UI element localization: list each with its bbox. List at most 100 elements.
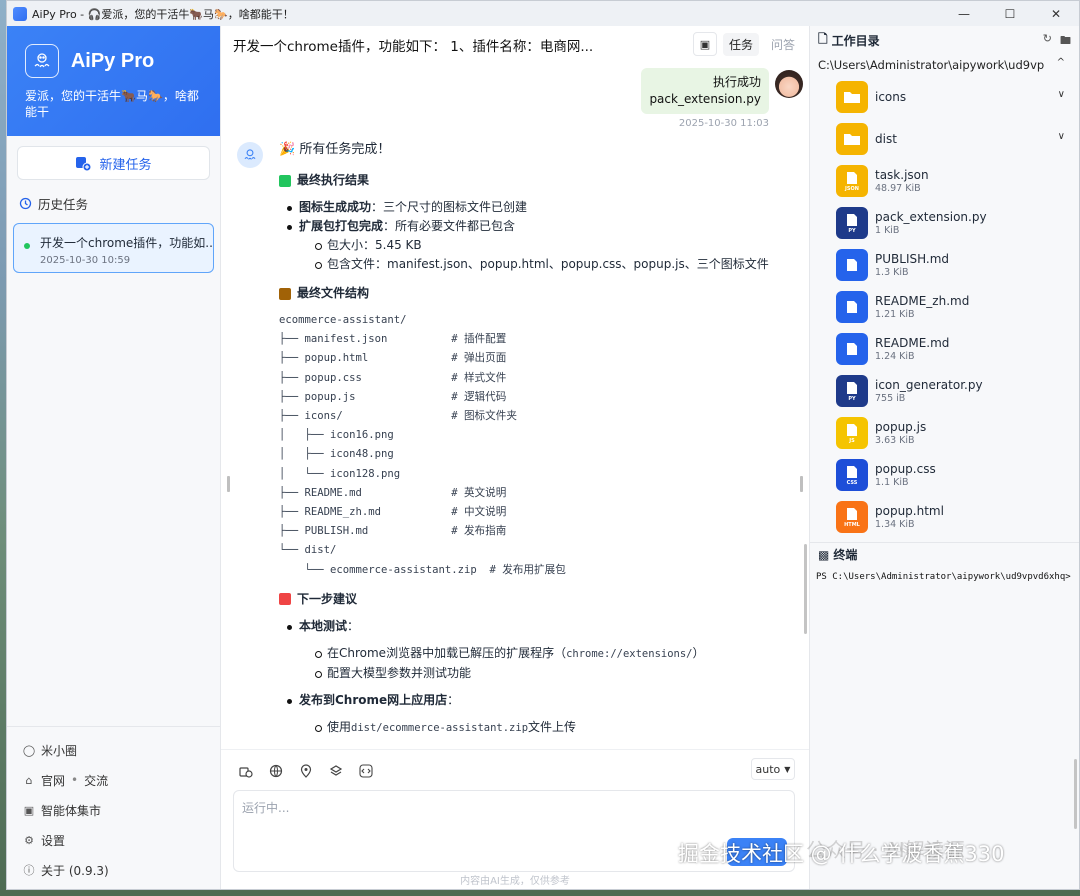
file-item[interactable]: PUBLISH.md 1.3 KiB xyxy=(836,244,1079,286)
file-name: README.md xyxy=(875,335,950,350)
location-icon[interactable] xyxy=(297,762,315,780)
mixiaoquan-link[interactable]: ◯ 米小圈 xyxy=(7,735,220,765)
title-bar: AiPy Pro - 🎧爱派，您的干活牛🐂马🐎，啥都能干！ — ☐ ✕ xyxy=(7,1,1079,26)
mode-select[interactable]: auto ▼ xyxy=(751,758,795,780)
new-task-button[interactable]: 新建任务 xyxy=(17,146,210,180)
colon: ： xyxy=(447,692,460,707)
minimize-button[interactable]: — xyxy=(941,1,987,26)
next-steps-title: 下一步建议 xyxy=(297,591,358,606)
file-name: popup.css xyxy=(875,461,936,476)
chevron-down-icon[interactable]: ∨ xyxy=(1058,89,1065,100)
user-message-line2: pack_extension.py xyxy=(649,92,761,106)
input-toolbar xyxy=(237,762,375,780)
next-steps-list: 本地测试： 在Chrome浏览器中加载已解压的扩展程序（chrome://ext… xyxy=(279,617,739,738)
settings-link[interactable]: ⚙ 设置 xyxy=(7,825,220,855)
left-resize-handle[interactable] xyxy=(227,476,230,492)
history-item-title: 开发一个chrome插件，功能如... xyxy=(40,236,212,250)
user-message: 执行成功 pack_extension.py 2025-10-30 11:03 xyxy=(641,68,769,129)
tools-icon[interactable] xyxy=(237,762,255,780)
final-result-title: 最终执行结果 xyxy=(297,173,370,187)
website-link[interactable]: 官网 xyxy=(41,772,65,789)
list-item: 发布到Chrome网上应用店： 使用dist/ecommerce-assista… xyxy=(285,691,739,738)
pack-size: 包大小：5.45 KB xyxy=(313,236,739,255)
structure-heading: 最终文件结构 xyxy=(279,284,739,303)
about-link[interactable]: ⓘ 关于 (0.9.3) xyxy=(7,855,220,885)
code-icon[interactable] xyxy=(357,762,375,780)
share-icon[interactable]: ▣ xyxy=(692,32,717,56)
file-item[interactable]: README_zh.md 1.21 KiB xyxy=(836,286,1079,328)
folder-item[interactable]: icons ∨ xyxy=(836,76,1079,118)
local-test-label: 本地测试 xyxy=(299,618,348,633)
file-item[interactable]: PY icon_generator.py 755 iB xyxy=(836,370,1079,412)
publish-store-label: 发布到Chrome网上应用店 xyxy=(299,692,448,707)
folder-item[interactable]: dist ∨ xyxy=(836,118,1079,160)
file-item[interactable]: CSS popup.css 1.1 KiB xyxy=(836,454,1079,496)
refresh-icon[interactable]: ↻ xyxy=(1043,32,1052,51)
chat-scrollbar[interactable] xyxy=(804,544,807,634)
agent-market-link[interactable]: ▣ 智能体集市 xyxy=(7,795,220,825)
chevron-up-icon[interactable]: ^ xyxy=(1057,57,1065,68)
all-done-text: 🎉 所有任务完成！ xyxy=(279,142,391,157)
chevron-down-icon[interactable]: ∨ xyxy=(1058,131,1065,142)
brand-slogan: 爱派，您的干活牛🐂马🐎，啥都能干 xyxy=(25,89,199,119)
chat-header-actions: ▣ 任务 问答 xyxy=(692,32,801,56)
store-icon: ▣ xyxy=(23,803,35,817)
maximize-button[interactable]: ☐ xyxy=(987,1,1033,26)
list-item: 扩展包打包完成：所有必要文件都已包含 包大小：5.45 KB 包含文件：mani… xyxy=(285,217,769,274)
tab-qa[interactable]: 问答 xyxy=(765,33,801,56)
running-status-dot xyxy=(24,243,30,249)
file-list: icons ∨ dist ∨ JSON task.json 48.97 KiB PY pack_… xyxy=(810,76,1079,538)
community-link[interactable]: 交流 xyxy=(84,772,108,789)
globe-icon[interactable] xyxy=(267,762,285,780)
file-name: PUBLISH.md xyxy=(875,251,950,266)
brand-name: AiPy Pro xyxy=(70,49,155,72)
window-controls: — ☐ ✕ xyxy=(941,1,1079,26)
final-result-heading: 最终执行结果 xyxy=(279,171,739,190)
colon: ： xyxy=(347,618,360,633)
icon-gen-text: ：三个尺寸的图标文件已创建 xyxy=(371,200,528,214)
terminal-scrollbar[interactable] xyxy=(1074,759,1077,829)
file-item[interactable]: JSON task.json 48.97 KiB xyxy=(836,160,1079,202)
workspace-title: 工作目录 xyxy=(831,33,880,48)
chat-messages[interactable]: 执行成功 pack_extension.py 2025-10-30 11:03 … xyxy=(221,64,809,749)
file-name: icon_generator.py xyxy=(875,377,983,392)
file-item[interactable]: HTML popup.html 1.34 KiB xyxy=(836,496,1079,538)
user-message-line1: 执行成功 xyxy=(712,75,761,89)
close-button[interactable]: ✕ xyxy=(1033,1,1079,26)
agent-market-label: 智能体集市 xyxy=(41,803,102,818)
app-icon xyxy=(13,6,27,21)
file-name: README_zh.md xyxy=(875,293,970,308)
file-item[interactable]: JS popup.js 3.63 KiB xyxy=(836,412,1079,454)
folder-icon xyxy=(836,81,868,113)
chevron-down-icon: ▼ xyxy=(784,764,791,774)
app-window: AiPy Pro - 🎧爱派，您的干活牛🐂马🐎，啥都能干！ — ☐ ✕ AiPy… xyxy=(6,0,1080,890)
open-folder-icon[interactable]: 🖿 xyxy=(1060,32,1071,51)
settings-label: 设置 xyxy=(41,833,66,848)
website-community-row: ⌂ 官网 • 交流 xyxy=(7,765,220,795)
check-icon xyxy=(279,174,291,187)
file-icon: CSS xyxy=(836,459,868,491)
file-size: 1.34 KiB xyxy=(875,518,915,530)
chrome-extensions-url: chrome://extensions/ xyxy=(566,647,693,660)
file-tree-code: ecommerce-assistant/ ├── manifest.json #… xyxy=(279,314,566,576)
history-item[interactable]: 开发一个chrome插件，功能如... 2025-10-30 10:59 xyxy=(13,223,214,273)
file-type-label: PY xyxy=(848,395,856,402)
workspace-path-row[interactable]: C:\Users\Administrator\aipywork\ud9vp ^ xyxy=(810,54,1079,76)
right-resize-handle[interactable] xyxy=(800,476,803,492)
about-label: 关于 (0.9.3) xyxy=(41,863,109,878)
workspace-path: C:\Users\Administrator\aipywork\ud9vp xyxy=(818,58,1045,72)
file-type-label: HTML xyxy=(844,521,860,528)
terminal-prompt: PS C:\Users\Administrator\aipywork\ud9vp… xyxy=(816,572,1071,582)
layers-icon[interactable] xyxy=(327,762,345,780)
file-item[interactable]: PY pack_extension.py 1 KiB xyxy=(836,202,1079,244)
brand-header: AiPy Pro 爱派，您的干活牛🐂马🐎，啥都能干 xyxy=(7,26,220,136)
file-item[interactable]: README.md 1.24 KiB xyxy=(836,328,1079,370)
mode-value: auto xyxy=(755,762,781,776)
terminal-icon: ▩ xyxy=(818,547,830,562)
next-steps-heading: 下一步建议 xyxy=(279,590,739,609)
prompt-placeholder: 运行中... xyxy=(242,801,290,815)
file-size: 1.24 KiB xyxy=(875,350,915,362)
file-size: 755 iB xyxy=(875,392,906,404)
file-icon: PY xyxy=(836,207,868,239)
tab-task[interactable]: 任务 xyxy=(722,32,759,56)
